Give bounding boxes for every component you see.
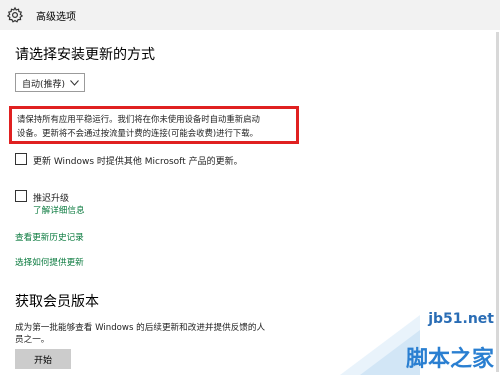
watermark-url: jb51.net [428,311,494,327]
title-bar: 高级选项 [0,0,500,30]
install-method-heading: 请选择安装更新的方式 [15,47,155,63]
ms-products-checkbox[interactable] [15,153,27,165]
gear-icon [6,6,24,23]
start-button[interactable]: 开始 [15,349,71,369]
watermark-name: 脚本之家 [405,347,494,372]
chevron-down-icon [70,80,79,86]
notice-text-line1: 请保持所有应用平稳运行。我们将在你未使用设备时自动重新启动 [17,114,260,124]
learn-more-link[interactable]: 了解详细信息 [33,204,85,216]
watermark: jb51.net 脚本之家 [340,305,500,375]
dropdown-selected-value: 自动(推荐) [22,80,66,90]
insider-desc-line2: 员之一。 [15,335,50,345]
defer-upgrade-label: 推迟升级 [33,194,70,204]
delivery-options-link[interactable]: 选择如何提供更新 [15,256,84,268]
highlighted-notice: 请保持所有应用平稳运行。我们将在你未使用设备时自动重新启动 设备。更新将不会通过… [9,106,299,144]
insider-desc-line1: 成为第一批能够查看 Windows 的后续更新和改进并提供反馈的人 [15,323,266,333]
update-history-link[interactable]: 查看更新历史记录 [15,231,84,243]
window-title: 高级选项 [36,12,76,23]
defer-upgrade-checkbox[interactable] [15,190,27,202]
insider-heading: 获取会员版本 [15,294,99,310]
ms-products-label: 更新 Windows 时提供其他 Microsoft 产品的更新。 [33,157,243,167]
notice-text-line2: 设备。更新将不会通过按流量计费的连接(可能会收费)进行下载。 [17,128,259,138]
install-method-dropdown[interactable]: 自动(推荐) [15,73,85,92]
